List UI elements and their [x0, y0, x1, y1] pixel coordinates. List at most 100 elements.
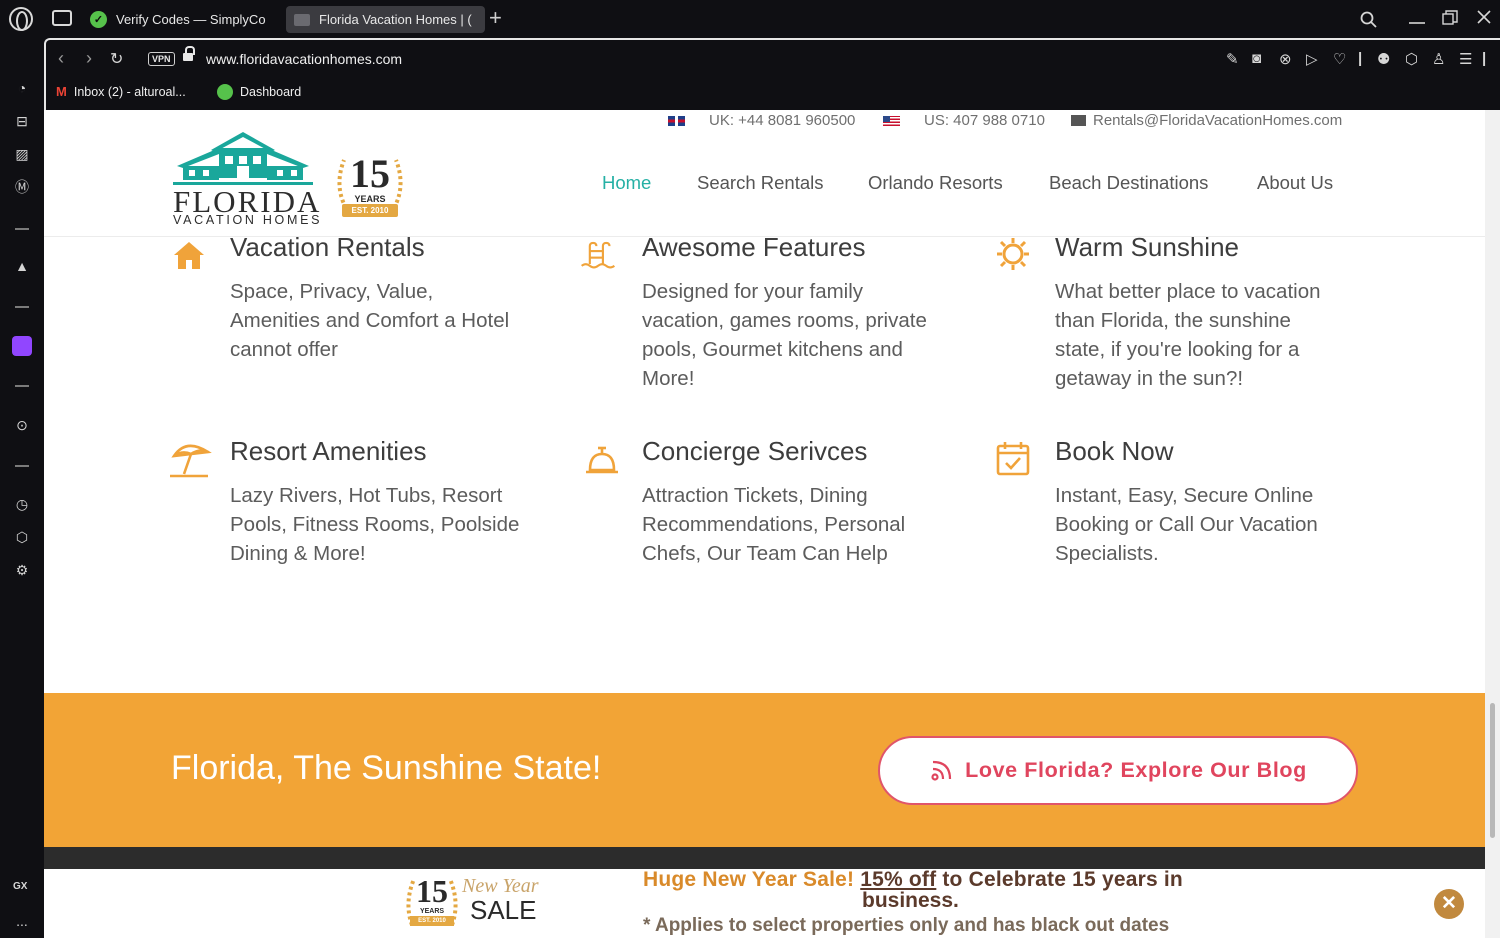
minimize-icon[interactable] [1408, 12, 1426, 26]
feature-title: Vacation Rentals [230, 232, 425, 262]
page-scrollbar[interactable] [1485, 110, 1500, 938]
simplycodes-icon [217, 84, 233, 100]
feature-title: Warm Sunshine [1055, 232, 1239, 262]
browser-tab-bar: ✓ Verify Codes — SimplyCo Florida Vacati… [0, 0, 1500, 38]
aria-icon[interactable]: ▲ [12, 256, 32, 276]
player-icon[interactable]: ⊙ [12, 415, 32, 435]
email-link[interactable]: Rentals@FloridaVacationHomes.com [1071, 112, 1342, 129]
us-phone[interactable]: US: 407 988 0710 [883, 112, 1045, 129]
bell-icon [586, 446, 618, 474]
envelope-icon [1071, 115, 1086, 126]
more-icon[interactable]: ... [12, 911, 32, 931]
promo-disclaimer: * Applies to select properties only and … [643, 915, 1170, 936]
contact-bar: UK: +44 8081 960500 US: 407 988 0710 Ren… [44, 110, 1485, 132]
promo-discount-link[interactable]: 15% off [860, 868, 936, 891]
edit-icon[interactable]: ✎ [1226, 50, 1239, 68]
nav-about-us[interactable]: About Us [1257, 172, 1333, 194]
sale-word: SALE [470, 895, 537, 925]
site-icon [294, 13, 310, 26]
url-field[interactable]: www.floridavacationhomes.com [206, 51, 402, 67]
sun-icon [997, 238, 1029, 270]
feature-text: Attraction Tickets, Dining Recommendatio… [642, 484, 906, 565]
feature-text: Instant, Easy, Secure Online Booking or … [1055, 484, 1318, 565]
calendar-icon [996, 442, 1030, 476]
promo-line2: business. [862, 889, 959, 912]
tab-title: Florida Vacation Homes | ( [319, 12, 472, 27]
settings-icon[interactable]: ⚙ [12, 560, 32, 580]
bookmark-dashboard[interactable]: Dashboard [217, 84, 301, 100]
feature-title: Awesome Features [642, 232, 866, 262]
tab-island-icon[interactable] [52, 10, 72, 26]
profile-icon[interactable]: ♙ [1432, 50, 1445, 68]
browser-sidebar: ◔ ⊟ ▨ Ⓜ ▲ ⊙ ◷ ⬡ ⚙ GX ... [0, 38, 44, 938]
nav-beach-destinations[interactable]: Beach Destinations [1049, 172, 1208, 194]
speed-dial-icon[interactable]: ◔ [12, 78, 32, 98]
cube-icon[interactable]: ⬡ [1405, 50, 1418, 68]
nav-orlando-resorts[interactable]: Orlando Resorts [868, 172, 1003, 194]
banner-title: Florida, The Sunshine State! [171, 749, 602, 787]
scrollbar-thumb[interactable] [1490, 703, 1495, 838]
new-tab-icon[interactable]: + [489, 6, 502, 30]
bookmark-inbox[interactable]: M Inbox (2) - alturoal... [56, 84, 186, 99]
house-logo-icon[interactable] [173, 132, 313, 190]
flow-icon[interactable]: ▷ [1306, 50, 1318, 68]
feature-text: Space, Privacy, Value, Amenities and Com… [230, 280, 510, 361]
robot-icon[interactable]: ⚉ [1377, 50, 1390, 68]
us-flag-icon [883, 115, 900, 126]
uk-phone[interactable]: UK: +44 8081 960500 [668, 112, 855, 129]
umbrella-icon [170, 444, 212, 478]
opera-gx-menu-icon[interactable] [9, 7, 33, 31]
menu-icon[interactable]: ☰ [1459, 50, 1472, 68]
rss-feed-icon [931, 760, 952, 781]
bookmarks-bar: M Inbox (2) - alturoal... Dashboard [44, 78, 1500, 110]
email-text: Rentals@FloridaVacationHomes.com [1093, 112, 1343, 129]
bookmark-heart-icon[interactable]: ♡ [1333, 50, 1346, 68]
simplycodes-icon: ✓ [90, 11, 107, 28]
logo-subtitle: VACATION HOMES [173, 213, 323, 227]
badge-years: YEARS [354, 194, 386, 204]
tab-title: Verify Codes — SimplyCo [116, 12, 266, 27]
divider: | [1482, 50, 1487, 67]
tab-verify-codes[interactable]: ✓ Verify Codes — SimplyCo [82, 6, 272, 33]
history-icon[interactable]: ◷ [12, 494, 32, 514]
sidebar-gx-label: GX [13, 881, 28, 892]
divider: | [1358, 50, 1363, 67]
us-phone-text: US: 407 988 0710 [924, 112, 1045, 129]
twitch-icon[interactable] [12, 336, 32, 356]
feature-title: Concierge Serivces [642, 436, 868, 466]
close-promo-button[interactable]: ✕ [1434, 889, 1464, 919]
forward-icon[interactable]: › [86, 48, 92, 69]
search-tabs-icon[interactable] [1360, 11, 1378, 29]
restore-icon[interactable] [1442, 10, 1458, 26]
tab-florida-vacation-homes[interactable]: Florida Vacation Homes | ( [286, 6, 485, 33]
explore-blog-label: Love Florida? Explore Our Blog [965, 758, 1307, 782]
anniversary-badge: 15 YEARS EST. 2010 [332, 146, 408, 222]
nav-home[interactable]: Home [602, 172, 651, 194]
camera-icon[interactable]: ◙ [1252, 50, 1261, 67]
extensions-icon[interactable]: ⬡ [12, 527, 32, 547]
gx-control-icon[interactable]: ⊟ [12, 111, 32, 131]
lock-icon[interactable] [183, 46, 195, 62]
gx-mods-icon[interactable]: Ⓜ [12, 177, 32, 197]
gmail-icon: M [56, 84, 67, 99]
feature-text: Designed for your family vacation, games… [642, 280, 927, 390]
nav-search-rentals[interactable]: Search Rentals [697, 172, 823, 194]
pool-icon [580, 241, 616, 269]
adblock-icon[interactable]: ⊗ [1279, 50, 1292, 68]
footer-strip [44, 847, 1485, 869]
badge-est: EST. 2010 [342, 204, 398, 217]
gx-corner-icon[interactable]: ▨ [12, 144, 32, 164]
new-year-sale-logo: 15 YEARS EST. 2010 New Year SALE [404, 869, 554, 935]
back-icon[interactable]: ‹ [58, 48, 64, 69]
reload-icon[interactable]: ↻ [110, 49, 123, 69]
explore-blog-button[interactable]: Love Florida? Explore Our Blog [878, 736, 1358, 805]
vpn-badge[interactable]: VPN [148, 52, 175, 66]
uk-phone-text: UK: +44 8081 960500 [709, 112, 856, 129]
feature-title: Book Now [1055, 436, 1174, 466]
promo-line1-rest: to Celebrate 15 years in [936, 868, 1183, 891]
close-window-icon[interactable] [1476, 9, 1492, 25]
web-page: UK: +44 8081 960500 US: 407 988 0710 Ren… [44, 110, 1485, 938]
uk-flag-icon [668, 115, 685, 126]
bookmark-label: Inbox (2) - alturoal... [73, 84, 186, 99]
feature-text: What better place to vacation than Flori… [1055, 280, 1321, 390]
